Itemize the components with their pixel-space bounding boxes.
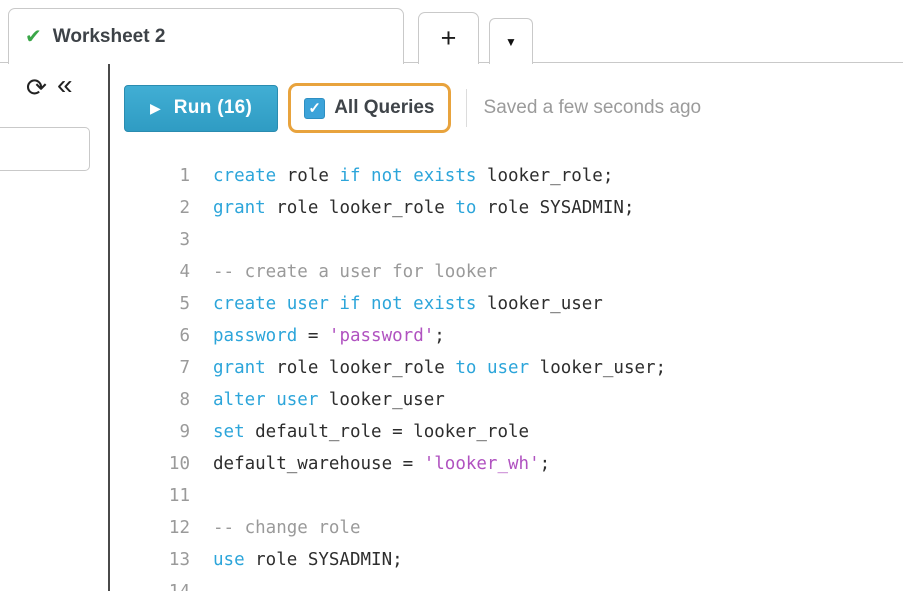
all-queries-annotation-highlight: ✓ All Queries bbox=[288, 83, 450, 133]
chevron-down-icon: ▼ bbox=[505, 35, 517, 49]
line-number: 4 bbox=[110, 256, 190, 288]
tab-worksheet-2[interactable]: ✔ Worksheet 2 bbox=[8, 8, 404, 64]
line-number: 9 bbox=[110, 416, 190, 448]
code-line: default_warehouse = 'looker_wh'; bbox=[213, 448, 550, 480]
line-number: 13 bbox=[110, 544, 190, 576]
editor-line[interactable]: 9 set default_role = looker_role bbox=[110, 416, 903, 448]
editor-lines: 1create role if not exists looker_role;2… bbox=[110, 160, 903, 591]
code-line: create role if not exists looker_role; bbox=[213, 160, 613, 192]
editor-line[interactable]: 13 use role SYSADMIN; bbox=[110, 544, 903, 576]
worksheet-toolbar: ▶ Run (16) ✓ All Queries Saved a few sec… bbox=[110, 63, 903, 133]
editor-line[interactable]: 3 bbox=[110, 224, 903, 256]
code-line: set default_role = looker_role bbox=[213, 416, 529, 448]
line-number: 10 bbox=[110, 448, 190, 480]
line-number: 12 bbox=[110, 512, 190, 544]
editor-line[interactable]: 2 grant role looker_role to role SYSADMIN… bbox=[110, 192, 903, 224]
line-number: 5 bbox=[110, 288, 190, 320]
line-number: 11 bbox=[110, 480, 190, 512]
play-icon: ▶ bbox=[150, 100, 161, 117]
run-button[interactable]: ▶ Run (16) bbox=[124, 85, 278, 132]
editor-line[interactable]: 11 bbox=[110, 480, 903, 512]
tab-bar: ✔ Worksheet 2 + ▼ bbox=[0, 0, 903, 63]
code-line: use role SYSADMIN; bbox=[213, 544, 403, 576]
worksheet-panel: ▶ Run (16) ✓ All Queries Saved a few sec… bbox=[110, 63, 903, 591]
editor-line[interactable]: 6 password = 'password'; bbox=[110, 320, 903, 352]
toolbar-separator bbox=[466, 89, 467, 127]
line-number: 2 bbox=[110, 192, 190, 224]
editor-line[interactable]: 8 alter user looker_user bbox=[110, 384, 903, 416]
all-queries-checkbox[interactable]: ✓ bbox=[304, 98, 325, 119]
editor-line[interactable]: 7 grant role looker_role to user looker_u… bbox=[110, 352, 903, 384]
code-line: -- create a user for looker bbox=[213, 256, 497, 288]
saved-status: Saved a few seconds ago bbox=[484, 97, 702, 119]
editor-line[interactable]: 5 create user if not exists looker_user bbox=[110, 288, 903, 320]
editor-line[interactable]: 10 default_warehouse = 'looker_wh'; bbox=[110, 448, 903, 480]
check-icon: ✔ bbox=[25, 24, 42, 49]
plus-icon: + bbox=[441, 23, 457, 54]
editor-line[interactable]: 1 create role if not exists looker_role; bbox=[110, 160, 903, 192]
line-number: 6 bbox=[110, 320, 190, 352]
code-line: password = 'password'; bbox=[213, 320, 445, 352]
checkbox-check-icon: ✓ bbox=[308, 99, 321, 117]
editor-line[interactable]: 4 -- create a user for looker bbox=[110, 256, 903, 288]
editor-line[interactable]: 14 bbox=[110, 576, 903, 591]
left-sidebar: ⟳ « bbox=[0, 63, 108, 591]
tab-label: Worksheet 2 bbox=[53, 26, 166, 48]
sidebar-search-box[interactable] bbox=[0, 127, 90, 171]
add-worksheet-button[interactable]: + bbox=[418, 12, 479, 64]
worksheet-menu-button[interactable]: ▼ bbox=[489, 18, 533, 64]
line-number: 14 bbox=[110, 576, 190, 591]
code-line: grant role looker_role to role SYSADMIN; bbox=[213, 192, 634, 224]
all-queries-label[interactable]: All Queries bbox=[334, 97, 434, 119]
sql-editor[interactable]: 1create role if not exists looker_role;2… bbox=[110, 160, 903, 591]
line-number: 8 bbox=[110, 384, 190, 416]
collapse-sidebar-icon[interactable]: « bbox=[57, 69, 71, 101]
refresh-icon[interactable]: ⟳ bbox=[26, 73, 47, 103]
code-line: create user if not exists looker_user bbox=[213, 288, 603, 320]
code-line: grant role looker_role to user looker_us… bbox=[213, 352, 666, 384]
run-button-label: Run (16) bbox=[174, 97, 252, 119]
code-line: alter user looker_user bbox=[213, 384, 445, 416]
line-number: 7 bbox=[110, 352, 190, 384]
code-line: -- change role bbox=[213, 512, 361, 544]
line-number: 3 bbox=[110, 224, 190, 256]
line-number: 1 bbox=[110, 160, 190, 192]
editor-line[interactable]: 12 -- change role bbox=[110, 512, 903, 544]
